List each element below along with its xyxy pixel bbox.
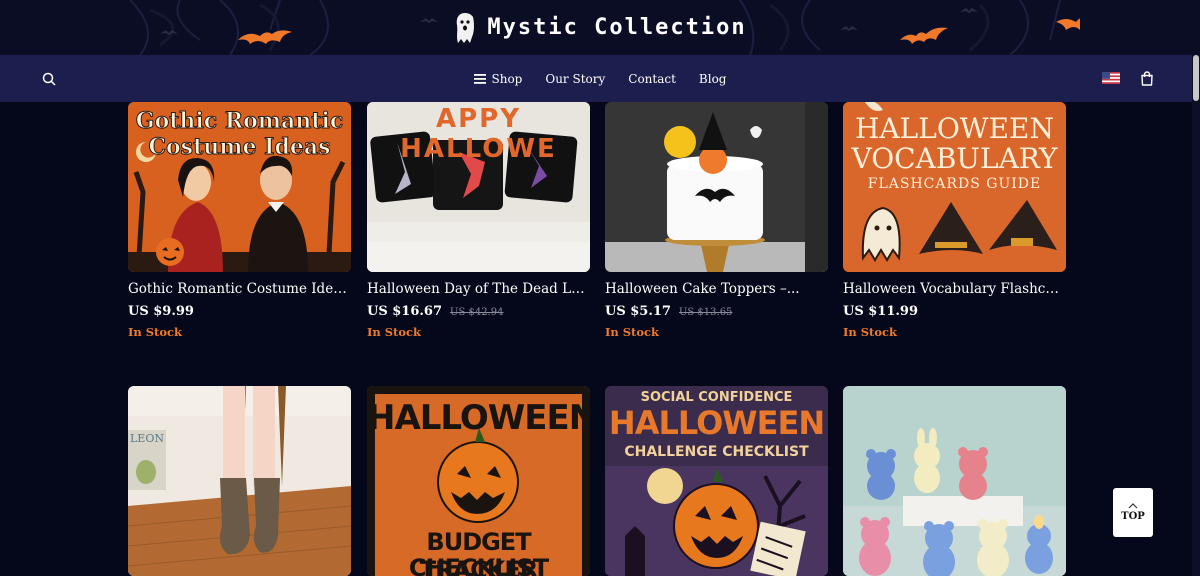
product-image[interactable]: LEON [128,386,351,576]
product-image[interactable] [605,102,828,272]
product-name[interactable]: Halloween Day of The Dead Lace... [367,281,590,299]
chevron-up-icon [1128,503,1138,509]
bear-candles-photo [843,386,1066,576]
product-image[interactable]: APPY HALLOWE [367,102,590,272]
product-price: US $5.17 [605,304,671,319]
product-name[interactable]: Halloween Vocabulary Flashcard... [843,281,1066,299]
product-image[interactable]: HALLOWEEN VOCABULARY FLASHCARDS GUIDE [843,102,1066,272]
nav-contact[interactable]: Contact [628,72,676,86]
product-image[interactable]: HALLOWEEN BUDGET TRACKER CHECKLIST [367,386,590,576]
image-text: HALLOWEEN [608,404,825,442]
stock-status: In Stock [128,325,183,339]
image-text: HALLOWEEN [367,398,590,438]
image-text: FLASHCARDS GUIDE [867,176,1042,192]
brand-logo[interactable]: Mystic Collection [0,0,1200,55]
image-text: HALLOWEEN [855,112,1054,145]
image-text: LEON [130,432,164,445]
ghost-icon [457,12,475,43]
product-card[interactable]: LEON [128,386,351,576]
image-text: VOCABULARY [851,142,1058,175]
product-image[interactable]: SOCIAL CONFIDENCE HALLOWEEN CHALLENGE CH… [605,386,828,576]
scrollbar-thumb[interactable] [1193,55,1199,101]
nav-shop-label: Shop [491,71,523,86]
nav-our-story[interactable]: Our Story [545,72,605,86]
back-to-top-label: TOP [1121,511,1145,522]
product-name[interactable]: Gothic Romantic Costume Ideas |... [128,281,351,299]
original-price: US $42.94 [450,307,504,318]
back-to-top-button[interactable]: TOP [1113,488,1153,537]
main-navbar: Shop Our Story Contact Blog [0,55,1200,102]
image-text: CHECKLIST [408,554,549,576]
socks-photo [128,386,351,576]
product-price: US $11.99 [843,304,919,319]
cake-topper-photo [605,102,828,272]
stock-status: In Stock [605,325,660,339]
product-card[interactable]: HALLOWEEN BUDGET TRACKER CHECKLIST [367,386,590,576]
image-text: APPY HALLOWE [400,104,557,164]
product-image[interactable]: Gothic Romantic Costume Ideas [128,102,351,272]
product-image[interactable] [843,386,1066,576]
original-price: US $13.65 [678,307,733,318]
price-row: US $16.67 US $42.94 [367,304,590,319]
image-text: Gothic Romantic [135,108,344,135]
hamburger-menu-icon [473,73,486,84]
product-card[interactable]: Halloween Cake Toppers –... US $5.17 US … [605,102,828,339]
nav-our-story-label: Our Story [545,71,606,86]
price-row: US $11.99 [843,304,1066,319]
top-banner: Mystic Collection [0,0,1200,55]
brand-title: Mystic Collection [487,15,747,40]
shopping-bag-icon[interactable] [1140,71,1154,86]
product-card[interactable]: SOCIAL CONFIDENCE HALLOWEEN CHALLENGE CH… [605,386,828,576]
page-scrollbar[interactable] [1192,55,1200,576]
product-card[interactable]: HALLOWEEN VOCABULARY FLASHCARDS GUIDE Ha… [843,102,1066,339]
nav-shop[interactable]: Shop [473,71,523,86]
price-row: US $5.17 US $13.65 [605,304,828,319]
stock-status: In Stock [367,325,422,339]
image-text: SOCIAL CONFIDENCE [640,390,793,405]
product-card[interactable]: Gothic Romantic Costume Ideas Gothic Rom… [128,102,351,339]
us-flag-icon[interactable] [1102,72,1120,84]
image-text: Costume Ideas [148,134,331,161]
product-price: US $9.99 [128,304,194,319]
nav-blog[interactable]: Blog [699,72,727,86]
product-card[interactable] [843,386,1066,576]
product-name[interactable]: Halloween Cake Toppers –... [605,281,828,299]
product-price: US $16.67 [367,304,443,319]
product-card[interactable]: APPY HALLOWE Halloween Day of The Dead L… [367,102,590,339]
nav-links: Shop Our Story Contact Blog [0,55,1200,102]
nav-blog-label: Blog [698,71,727,86]
price-row: US $9.99 [128,304,351,319]
image-text: CHALLENGE CHECKLIST [624,444,809,460]
nav-contact-label: Contact [628,71,676,86]
stock-status: In Stock [843,325,898,339]
